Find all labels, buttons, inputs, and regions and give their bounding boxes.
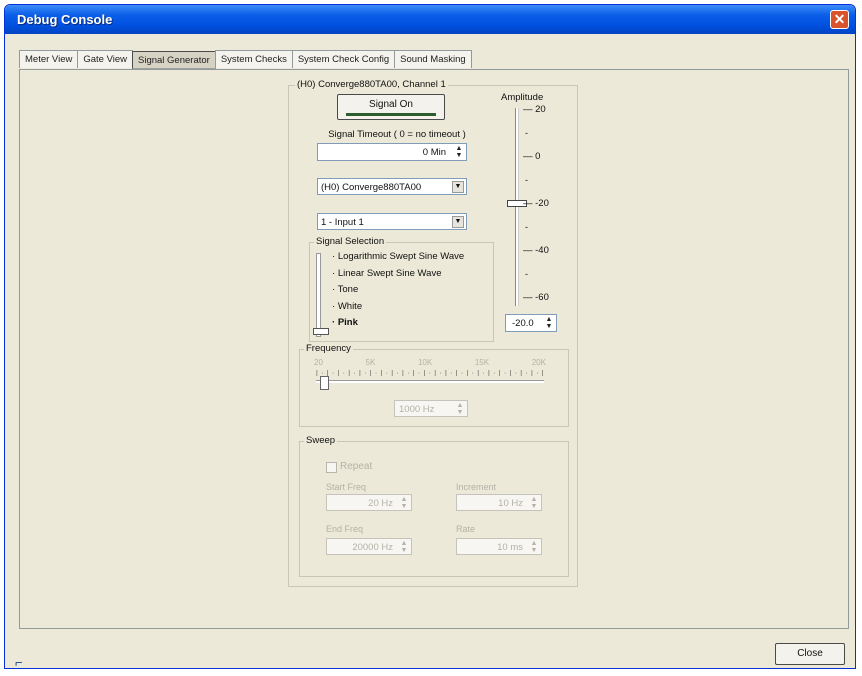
start-freq-value: 20 Hz: [368, 498, 393, 509]
signal-option-linear-sweep[interactable]: · Linear Swept Sine Wave: [332, 266, 464, 283]
end-freq-value: 20000 Hz: [352, 542, 393, 553]
signal-option-tone[interactable]: · Tone: [332, 282, 464, 299]
tab-gate-view[interactable]: Gate View: [77, 50, 133, 68]
channel-groupbox: (H0) Converge880TA00, Channel 1 Signal O…: [288, 79, 578, 587]
close-button[interactable]: Close: [775, 643, 845, 665]
signal-option-pink[interactable]: · Pink: [332, 315, 464, 332]
sweep-title: Sweep: [304, 435, 338, 446]
chevron-down-icon[interactable]: ▼: [452, 216, 464, 228]
channel-group-title: (H0) Converge880TA00, Channel 1: [295, 79, 448, 90]
increment-label: Increment: [456, 482, 497, 492]
frequency-tick-labels: 20 5K 10K 15K 20K: [314, 358, 546, 367]
sweep-groupbox: Sweep Repeat Start Freq 20 Hz ▲ ▼ Increme…: [299, 435, 569, 577]
timeout-label: Signal Timeout ( 0 = no timeout ): [328, 129, 466, 140]
tab-meter-view[interactable]: Meter View: [19, 50, 79, 68]
window-close-icon[interactable]: ✕: [830, 10, 849, 29]
input-select[interactable]: 1 - Input 1 ▼: [317, 213, 467, 230]
frequency-spinner[interactable]: 1000 Hz ▲ ▼: [394, 400, 468, 417]
frequency-value: 1000 Hz: [399, 404, 435, 415]
signal-options-list: · Logarithmic Swept Sine Wave · Linear S…: [332, 249, 464, 332]
tab-content-panel: (H0) Converge880TA00, Channel 1 Signal O…: [19, 69, 849, 629]
debug-console-window: Debug Console ✕ Meter View Gate View Sig…: [4, 4, 856, 669]
signal-on-button[interactable]: Signal On: [337, 94, 445, 120]
frequency-spin-arrows-icon[interactable]: ▲ ▼: [455, 402, 465, 416]
start-freq-spin-arrows-icon[interactable]: ▲ ▼: [399, 496, 409, 510]
amplitude-value: -20.0: [512, 318, 534, 329]
signal-selector-thumb[interactable]: [313, 328, 329, 335]
increment-spinner[interactable]: 10 Hz ▲ ▼: [456, 494, 542, 511]
tab-signal-generator[interactable]: Signal Generator: [132, 51, 216, 69]
frequency-tick-marks: |·|·|·|·|·|·|·|·|·|·|·|·|·|·|·|·|·|·|·|·…: [316, 370, 544, 376]
repeat-label: Repeat: [340, 461, 373, 472]
rate-spin-arrows-icon[interactable]: ▲ ▼: [529, 540, 539, 554]
amp-tick-20: — 20: [523, 104, 546, 115]
signal-option-white[interactable]: · White: [332, 299, 464, 316]
start-freq-spinner[interactable]: 20 Hz ▲ ▼: [326, 494, 412, 511]
increment-spin-arrows-icon[interactable]: ▲ ▼: [529, 496, 539, 510]
amp-minor-tick: -: [525, 222, 528, 232]
amp-tick-minus60: — -60: [523, 292, 549, 303]
rate-label: Rate: [456, 524, 476, 534]
signal-selection-groupbox: Signal Selection · Logarithmic Swept Sin…: [309, 236, 494, 342]
timeout-spinner[interactable]: 0 Min ▲ ▼: [317, 143, 467, 161]
window-title: Debug Console: [17, 12, 113, 27]
timeout-spin-arrows-icon[interactable]: ▲ ▼: [454, 145, 464, 159]
increment-value: 10 Hz: [498, 498, 523, 509]
amplitude-label: Amplitude: [501, 92, 544, 103]
amp-minor-tick: -: [525, 128, 528, 138]
amp-minor-tick: -: [525, 175, 528, 185]
amplitude-slider-track[interactable]: [515, 108, 519, 306]
signal-selector-track[interactable]: [316, 253, 321, 337]
device-select-value: (H0) Converge880TA00: [321, 182, 422, 193]
signal-option-log-sweep[interactable]: · Logarithmic Swept Sine Wave: [332, 249, 464, 266]
frequency-title: Frequency: [304, 343, 353, 354]
resize-grip-icon[interactable]: ⌐: [15, 655, 23, 668]
chevron-down-icon[interactable]: ▼: [452, 181, 464, 193]
signal-on-label: Signal On: [369, 99, 413, 110]
title-bar[interactable]: Debug Console ✕: [5, 5, 855, 34]
rate-spinner[interactable]: 10 ms ▲ ▼: [456, 538, 542, 555]
tab-strip: Meter View Gate View Signal Generator Sy…: [19, 50, 472, 69]
start-freq-label: Start Freq: [326, 482, 367, 492]
signal-indicator-bar: [346, 113, 436, 116]
device-select[interactable]: (H0) Converge880TA00 ▼: [317, 178, 467, 195]
frequency-groupbox: Frequency 20 5K 10K 15K 20K |·|·|·|·|·|·…: [299, 343, 569, 427]
frequency-slider-thumb[interactable]: [320, 376, 329, 390]
amplitude-spinner[interactable]: -20.0 ▲ ▼: [505, 314, 557, 332]
tab-system-checks[interactable]: System Checks: [214, 50, 293, 68]
amp-tick-minus40: — -40: [523, 245, 549, 256]
end-freq-spin-arrows-icon[interactable]: ▲ ▼: [399, 540, 409, 554]
end-freq-label: End Freq: [326, 524, 364, 534]
input-select-value: 1 - Input 1: [321, 217, 364, 228]
tab-system-check-config[interactable]: System Check Config: [291, 50, 396, 68]
amplitude-spin-arrows-icon[interactable]: ▲ ▼: [544, 316, 554, 330]
rate-value: 10 ms: [497, 542, 523, 553]
signal-selection-title: Signal Selection: [314, 236, 387, 247]
timeout-value: 0 Min: [422, 147, 446, 158]
end-freq-spinner[interactable]: 20000 Hz ▲ ▼: [326, 538, 412, 555]
amp-minor-tick: -: [525, 269, 528, 279]
tab-sound-masking[interactable]: Sound Masking: [394, 50, 472, 68]
amp-tick-minus20: — -20: [523, 198, 549, 209]
amp-tick-0: — 0: [523, 151, 541, 162]
frequency-slider-track[interactable]: [316, 380, 544, 383]
repeat-checkbox[interactable]: [326, 462, 337, 473]
